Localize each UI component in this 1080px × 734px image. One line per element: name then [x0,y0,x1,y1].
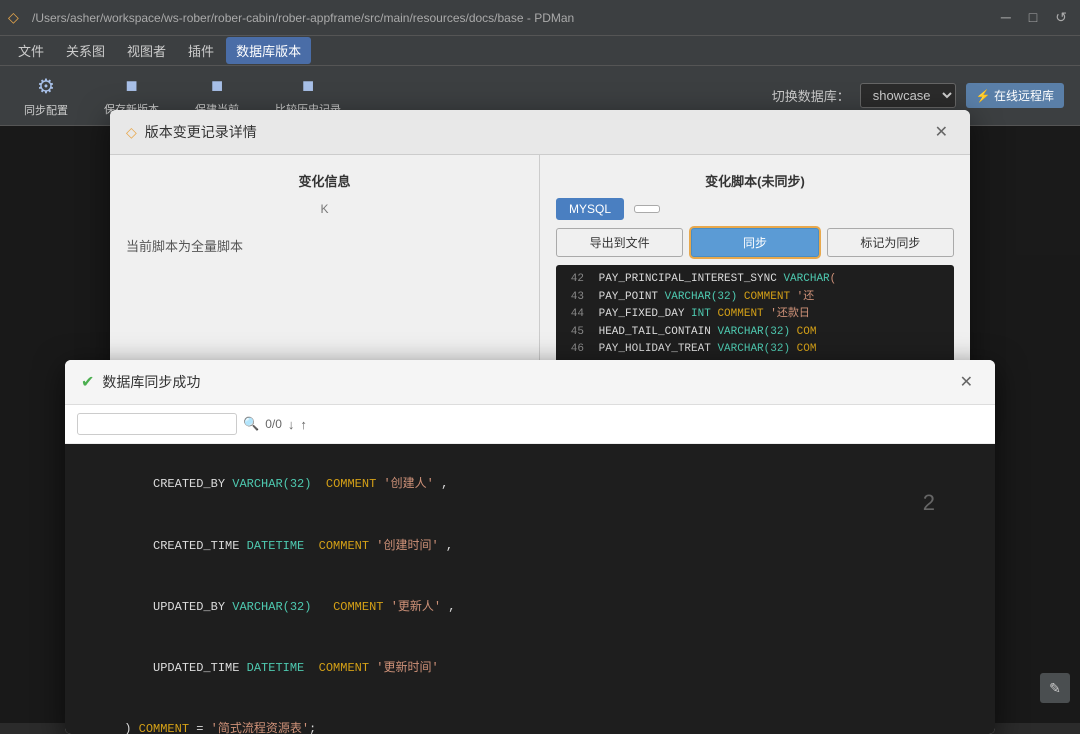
sync-config-btn[interactable]: ⚙ 同步配置 [16,70,76,122]
code-line-44: 44 PAY_FIXED_DAY INT COMMENT '还款日 [564,306,946,324]
search-bar: 🔍 0/0 ↓ ↑ [65,405,995,444]
menu-file[interactable]: 文件 [8,37,54,64]
menu-dbversion[interactable]: 数据库版本 [226,37,311,64]
search-down-nav[interactable]: ↓ [288,417,295,432]
refresh-btn[interactable]: ↺ [1050,7,1072,28]
sync-modal-title: 数据库同步成功 [102,372,953,392]
mysql-tab[interactable]: MYSQL [556,198,624,220]
menu-view[interactable]: 视图者 [117,37,176,64]
sql-line-3: UPDATED_BY VARCHAR(32) COMMENT '更新人' , [81,576,979,637]
window-controls: ─ □ ↺ [996,7,1072,28]
version-modal-title: 版本变更记录详情 [145,122,929,142]
search-icon[interactable]: 🔍 [243,416,259,432]
sync-success-icon: ✔ [81,372,94,392]
sync-modal: ✔ 数据库同步成功 ✕ 🔍 0/0 ↓ ↑ CREATED_BY VARCHAR… [65,360,995,734]
sync-modal-header: ✔ 数据库同步成功 ✕ [65,360,995,405]
sync-btn[interactable]: 同步 [691,228,818,257]
export-file-btn[interactable]: 导出到文件 [556,228,683,257]
title-bar: ◇ /Users/asher/workspace/ws-rober/rober-… [0,0,1080,36]
mark-sync-btn[interactable]: 标记为同步 [827,228,954,257]
menu-bar: 文件 关系图 视图者 插件 数据库版本 [0,36,1080,66]
db-select[interactable]: showcase [860,83,956,108]
search-up-nav[interactable]: ↑ [300,417,307,432]
version-modal-header: ◇ 版本变更记录详情 ✕ [110,110,970,155]
maximize-btn[interactable]: □ [1024,7,1042,28]
code-line-45: 45 HEAD_TAIL_CONTAIN VARCHAR(32) COM [564,324,946,342]
change-script-title: 变化脚本(未同步) [556,171,954,190]
version-actions: 导出到文件 同步 标记为同步 [556,228,954,257]
toolbar-right: 切换数据库： showcase ⚡ 在线远程库 [772,83,1064,108]
sql-line-2: CREATED_TIME DATETIME COMMENT '创建时间' , [81,515,979,576]
version-modal-icon: ◇ [126,124,137,141]
compare-history-icon: ■ [302,75,314,98]
online-db-btn[interactable]: ⚡ 在线远程库 [966,83,1064,108]
build-current-icon: ■ [211,75,223,98]
edit-icon-bar: ✎ [1040,673,1070,703]
sql-area[interactable]: CREATED_BY VARCHAR(32) COMMENT '创建人' , C… [65,444,995,734]
tab2[interactable] [634,205,660,213]
sync-config-icon: ⚙ [37,74,55,99]
app-icon: ◇ [8,9,26,27]
minimize-btn[interactable]: ─ [996,7,1016,28]
sync-modal-close[interactable]: ✕ [954,370,979,394]
divider-k: K [126,202,523,216]
edit-btn[interactable]: ✎ [1040,673,1070,703]
number-badge-2: 2 [923,490,935,516]
version-modal-close[interactable]: ✕ [929,120,954,144]
code-line-43: 43 PAY_POINT VARCHAR(32) COMMENT '还 [564,289,946,307]
menu-plugin[interactable]: 插件 [178,37,224,64]
current-script-label: 当前脚本为全量脚本 [126,236,523,255]
sql-line-5: ) COMMENT = '简式流程资源表'; [81,699,979,734]
menu-relation[interactable]: 关系图 [56,37,115,64]
change-info-title: 变化信息 [126,171,523,190]
code-line-46: 46 PAY_HOLIDAY_TREAT VARCHAR(32) COM [564,341,946,359]
sql-line-4: UPDATED_TIME DATETIME COMMENT '更新时间' [81,638,979,699]
sync-config-label: 同步配置 [24,102,68,118]
version-right-header: 变化脚本(未同步) [556,171,954,190]
search-input[interactable] [77,413,237,435]
save-version-icon: ■ [125,75,137,98]
code-line-42: 42 PAY_PRINCIPAL_INTEREST_SYNC VARCHAR( [564,271,946,289]
window-path: /Users/asher/workspace/ws-rober/rober-ca… [32,11,996,25]
db-switch-label: 切换数据库： [772,86,850,105]
search-count: 0/0 [265,417,282,431]
sql-line-1: CREATED_BY VARCHAR(32) COMMENT '创建人' , [81,454,979,515]
